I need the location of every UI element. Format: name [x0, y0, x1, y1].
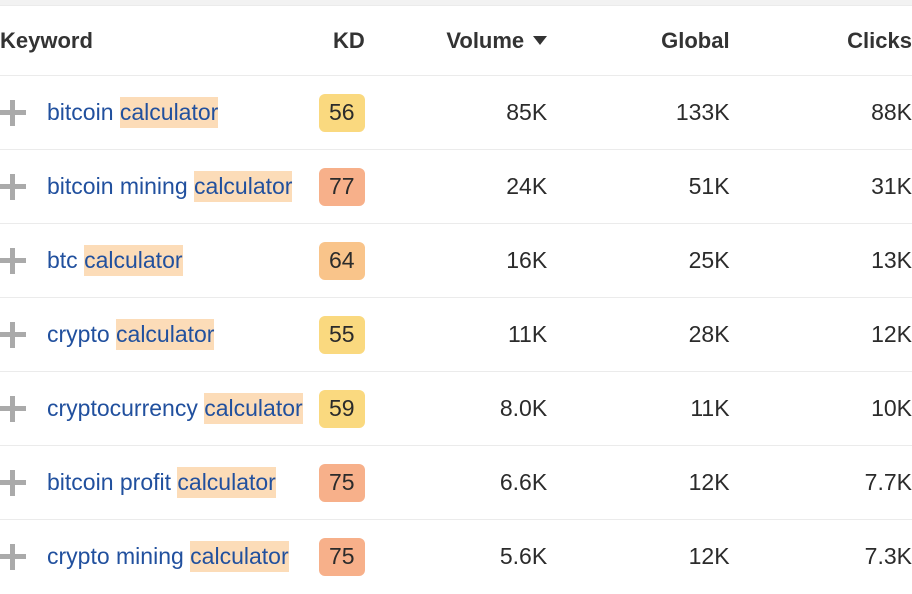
- global-cell: 133K: [547, 76, 729, 150]
- keyword-link[interactable]: cryptocurrency calculator: [47, 395, 303, 422]
- kd-badge: 56: [319, 94, 365, 132]
- table-row[interactable]: bitcoin profit calculator 756.6K12K7.7K: [0, 446, 912, 520]
- column-header-clicks[interactable]: Clicks: [730, 6, 912, 76]
- volume-cell: 5.6K: [365, 520, 547, 594]
- plus-icon[interactable]: [0, 544, 26, 570]
- table-row[interactable]: bitcoin mining calculator 7724K51K31K: [0, 150, 912, 224]
- column-header-kd-label: KD: [333, 28, 365, 53]
- keyword-cell: crypto mining calculator: [0, 520, 182, 594]
- plus-icon[interactable]: [0, 174, 26, 200]
- caret-down-icon[interactable]: [533, 36, 547, 45]
- clicks-cell: 13K: [730, 224, 912, 298]
- clicks-cell: 10K: [730, 372, 912, 446]
- clicks-cell: 7.7K: [730, 446, 912, 520]
- kd-badge: 75: [319, 464, 365, 502]
- column-header-keyword[interactable]: Keyword: [0, 6, 182, 76]
- global-cell: 28K: [547, 298, 729, 372]
- keyword-text: crypto: [47, 321, 116, 347]
- column-header-clicks-label: Clicks: [847, 28, 912, 53]
- clicks-cell: 12K: [730, 298, 912, 372]
- keyword-text: cryptocurrency: [47, 395, 204, 421]
- keyword-cell: cryptocurrency calculator: [0, 372, 182, 446]
- keyword-cell: btc calculator: [0, 224, 182, 298]
- plus-icon[interactable]: [0, 248, 26, 274]
- table-row[interactable]: btc calculator 6416K25K13K: [0, 224, 912, 298]
- kd-badge: 75: [319, 538, 365, 576]
- volume-cell: 11K: [365, 298, 547, 372]
- global-cell: 12K: [547, 520, 729, 594]
- table-row[interactable]: bitcoin calculator 5685K133K88K: [0, 76, 912, 150]
- kd-badge: 77: [319, 168, 365, 206]
- keyword-text: bitcoin profit: [47, 469, 177, 495]
- clicks-cell: 88K: [730, 76, 912, 150]
- plus-icon[interactable]: [0, 470, 26, 496]
- volume-cell: 16K: [365, 224, 547, 298]
- column-header-global-label: Global: [661, 28, 729, 53]
- column-header-volume-label: Volume: [446, 28, 524, 53]
- keyword-highlight: calculator: [177, 467, 275, 498]
- table-header-row: Keyword KD Volume Global Clicks: [0, 6, 912, 76]
- keyword-cell: bitcoin calculator: [0, 76, 182, 150]
- plus-icon[interactable]: [0, 100, 26, 126]
- keyword-link[interactable]: bitcoin profit calculator: [47, 469, 276, 496]
- volume-cell: 85K: [365, 76, 547, 150]
- keyword-highlight: calculator: [84, 245, 182, 276]
- keyword-cell: bitcoin mining calculator: [0, 150, 182, 224]
- keyword-cell-content: bitcoin mining calculator: [0, 173, 182, 200]
- keyword-link[interactable]: bitcoin mining calculator: [47, 173, 292, 200]
- keyword-cell: crypto calculator: [0, 298, 182, 372]
- keyword-text: bitcoin: [47, 99, 120, 125]
- global-cell: 25K: [547, 224, 729, 298]
- global-cell: 11K: [547, 372, 729, 446]
- keyword-highlight: calculator: [116, 319, 214, 350]
- clicks-cell: 7.3K: [730, 520, 912, 594]
- table-row[interactable]: crypto calculator 5511K28K12K: [0, 298, 912, 372]
- keyword-cell: bitcoin profit calculator: [0, 446, 182, 520]
- global-cell: 51K: [547, 150, 729, 224]
- keyword-cell-content: crypto calculator: [0, 321, 182, 348]
- column-header-keyword-label: Keyword: [0, 28, 93, 53]
- column-header-volume[interactable]: Volume: [365, 6, 547, 76]
- keyword-link[interactable]: btc calculator: [47, 247, 183, 274]
- keyword-link[interactable]: crypto mining calculator: [47, 543, 289, 570]
- keyword-highlight: calculator: [204, 393, 302, 424]
- kd-badge: 64: [319, 242, 365, 280]
- kd-cell: 64: [182, 224, 364, 298]
- keyword-text: crypto mining: [47, 543, 190, 569]
- keyword-text: bitcoin mining: [47, 173, 194, 199]
- table-header: Keyword KD Volume Global Clicks: [0, 6, 912, 76]
- kd-badge: 55: [319, 316, 365, 354]
- plus-icon[interactable]: [0, 322, 26, 348]
- plus-icon[interactable]: [0, 396, 26, 422]
- keyword-cell-content: cryptocurrency calculator: [0, 395, 182, 422]
- keyword-cell-content: btc calculator: [0, 247, 182, 274]
- volume-cell: 24K: [365, 150, 547, 224]
- table-row[interactable]: cryptocurrency calculator 598.0K11K10K: [0, 372, 912, 446]
- keyword-cell-content: bitcoin calculator: [0, 99, 182, 126]
- keyword-link[interactable]: bitcoin calculator: [47, 99, 218, 126]
- keyword-highlight: calculator: [194, 171, 292, 202]
- table-body: bitcoin calculator5685K133K88Kbitcoin mi…: [0, 76, 912, 594]
- volume-cell: 6.6K: [365, 446, 547, 520]
- keyword-table: Keyword KD Volume Global Clicks bitcoin …: [0, 6, 912, 594]
- volume-cell: 8.0K: [365, 372, 547, 446]
- column-header-kd[interactable]: KD: [182, 6, 364, 76]
- table-row[interactable]: crypto mining calculator 755.6K12K7.3K: [0, 520, 912, 594]
- column-header-global[interactable]: Global: [547, 6, 729, 76]
- kd-badge: 59: [319, 390, 365, 428]
- global-cell: 12K: [547, 446, 729, 520]
- keyword-highlight: calculator: [120, 97, 218, 128]
- keyword-highlight: calculator: [190, 541, 288, 572]
- keyword-cell-content: crypto mining calculator: [0, 543, 182, 570]
- keyword-text: btc: [47, 247, 84, 273]
- keyword-link[interactable]: crypto calculator: [47, 321, 214, 348]
- clicks-cell: 31K: [730, 150, 912, 224]
- keyword-cell-content: bitcoin profit calculator: [0, 469, 182, 496]
